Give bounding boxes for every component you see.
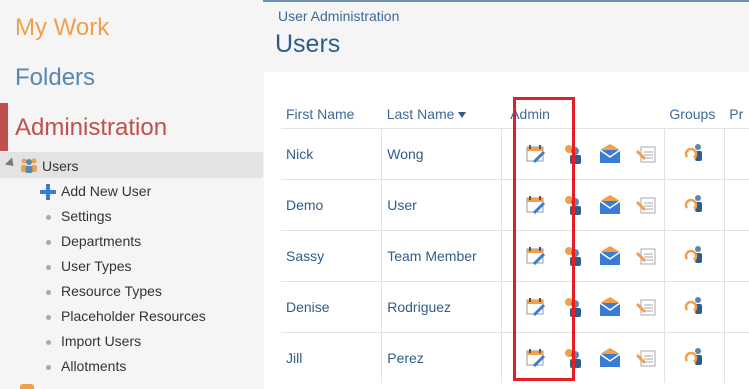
first-name-cell[interactable]: Sassy — [281, 230, 383, 282]
groups-icon[interactable] — [670, 295, 706, 317]
edit-notes-icon[interactable] — [635, 296, 658, 318]
partial-icon — [20, 384, 34, 389]
groups-cell — [664, 332, 725, 383]
header-last-name[interactable]: Last Name — [382, 100, 501, 129]
add-new-user-link[interactable]: Add New User — [61, 183, 151, 199]
email-user-icon[interactable] — [599, 347, 621, 369]
email-user-icon[interactable] — [599, 296, 621, 318]
add-icon — [40, 184, 56, 200]
page-title: Users — [275, 30, 341, 58]
edit-notes-icon[interactable] — [635, 194, 658, 216]
first-name-cell[interactable]: Jill — [281, 332, 383, 383]
admin-column-highlight — [513, 97, 575, 381]
sidebar: My Work Folders Administration Users Add… — [0, 0, 263, 389]
edit-notes-icon[interactable] — [635, 347, 658, 369]
breadcrumb[interactable]: User Administration — [278, 8, 399, 24]
email-user-icon[interactable] — [599, 143, 621, 165]
last-name-cell[interactable]: Wong — [381, 128, 502, 180]
bullet-icon — [46, 290, 51, 295]
expand-arrow-icon[interactable] — [4, 157, 18, 170]
email-user-icon[interactable] — [599, 245, 621, 267]
email-user-icon[interactable] — [599, 194, 621, 216]
pr-cell — [724, 179, 749, 231]
pr-cell — [724, 332, 749, 383]
first-name-cell[interactable]: Demo — [281, 179, 383, 231]
sidebar-subitem[interactable]: Import Users — [61, 333, 141, 349]
sidebar-subitem[interactable]: User Types — [61, 258, 132, 274]
bullet-icon — [46, 365, 51, 370]
sidebar-subitem[interactable]: Resource Types — [61, 283, 162, 299]
nav-folders[interactable]: Folders — [15, 64, 95, 92]
bullet-icon — [46, 215, 51, 220]
bullet-icon — [46, 240, 51, 245]
last-name-cell[interactable]: Perez — [381, 332, 502, 383]
sort-desc-icon — [458, 112, 467, 119]
bullet-icon — [46, 265, 51, 270]
sidebar-item-label: Users — [42, 158, 79, 174]
nav-administration[interactable]: Administration — [15, 114, 167, 142]
groups-icon[interactable] — [670, 193, 706, 215]
bullet-icon — [46, 340, 51, 345]
users-icon — [21, 158, 37, 173]
sidebar-subitem[interactable]: Departments — [61, 233, 141, 249]
first-name-cell[interactable]: Nick — [281, 128, 383, 180]
last-name-cell[interactable]: Rodriguez — [381, 281, 502, 333]
pr-cell — [724, 230, 749, 282]
groups-cell — [664, 281, 725, 333]
header-first-name[interactable]: First Name — [281, 100, 382, 129]
groups-cell — [664, 230, 725, 282]
pr-cell — [724, 128, 749, 180]
edit-notes-icon[interactable] — [635, 245, 658, 267]
last-name-cell[interactable]: User — [381, 179, 502, 231]
top-accent-line — [263, 0, 749, 2]
bullet-icon — [46, 315, 51, 320]
groups-icon[interactable] — [670, 346, 706, 368]
groups-cell — [664, 128, 725, 180]
edit-notes-icon[interactable] — [635, 143, 658, 165]
first-name-cell[interactable]: Denise — [281, 281, 383, 333]
groups-icon[interactable] — [670, 142, 706, 164]
nav-my-work[interactable]: My Work — [15, 14, 109, 42]
sidebar-subitem[interactable]: Placeholder Resources — [61, 308, 206, 324]
active-indicator — [0, 103, 8, 151]
header-groups: Groups — [669, 106, 716, 122]
sidebar-subitem[interactable]: Allotments — [61, 358, 126, 374]
header-pr: Pr — [729, 106, 744, 122]
sidebar-item-users[interactable]: Users — [0, 152, 263, 178]
pr-cell — [724, 281, 749, 333]
sidebar-subitem[interactable]: Settings — [61, 208, 112, 224]
last-name-cell[interactable]: Team Member — [381, 230, 502, 282]
groups-cell — [664, 179, 725, 231]
groups-icon[interactable] — [670, 244, 706, 266]
